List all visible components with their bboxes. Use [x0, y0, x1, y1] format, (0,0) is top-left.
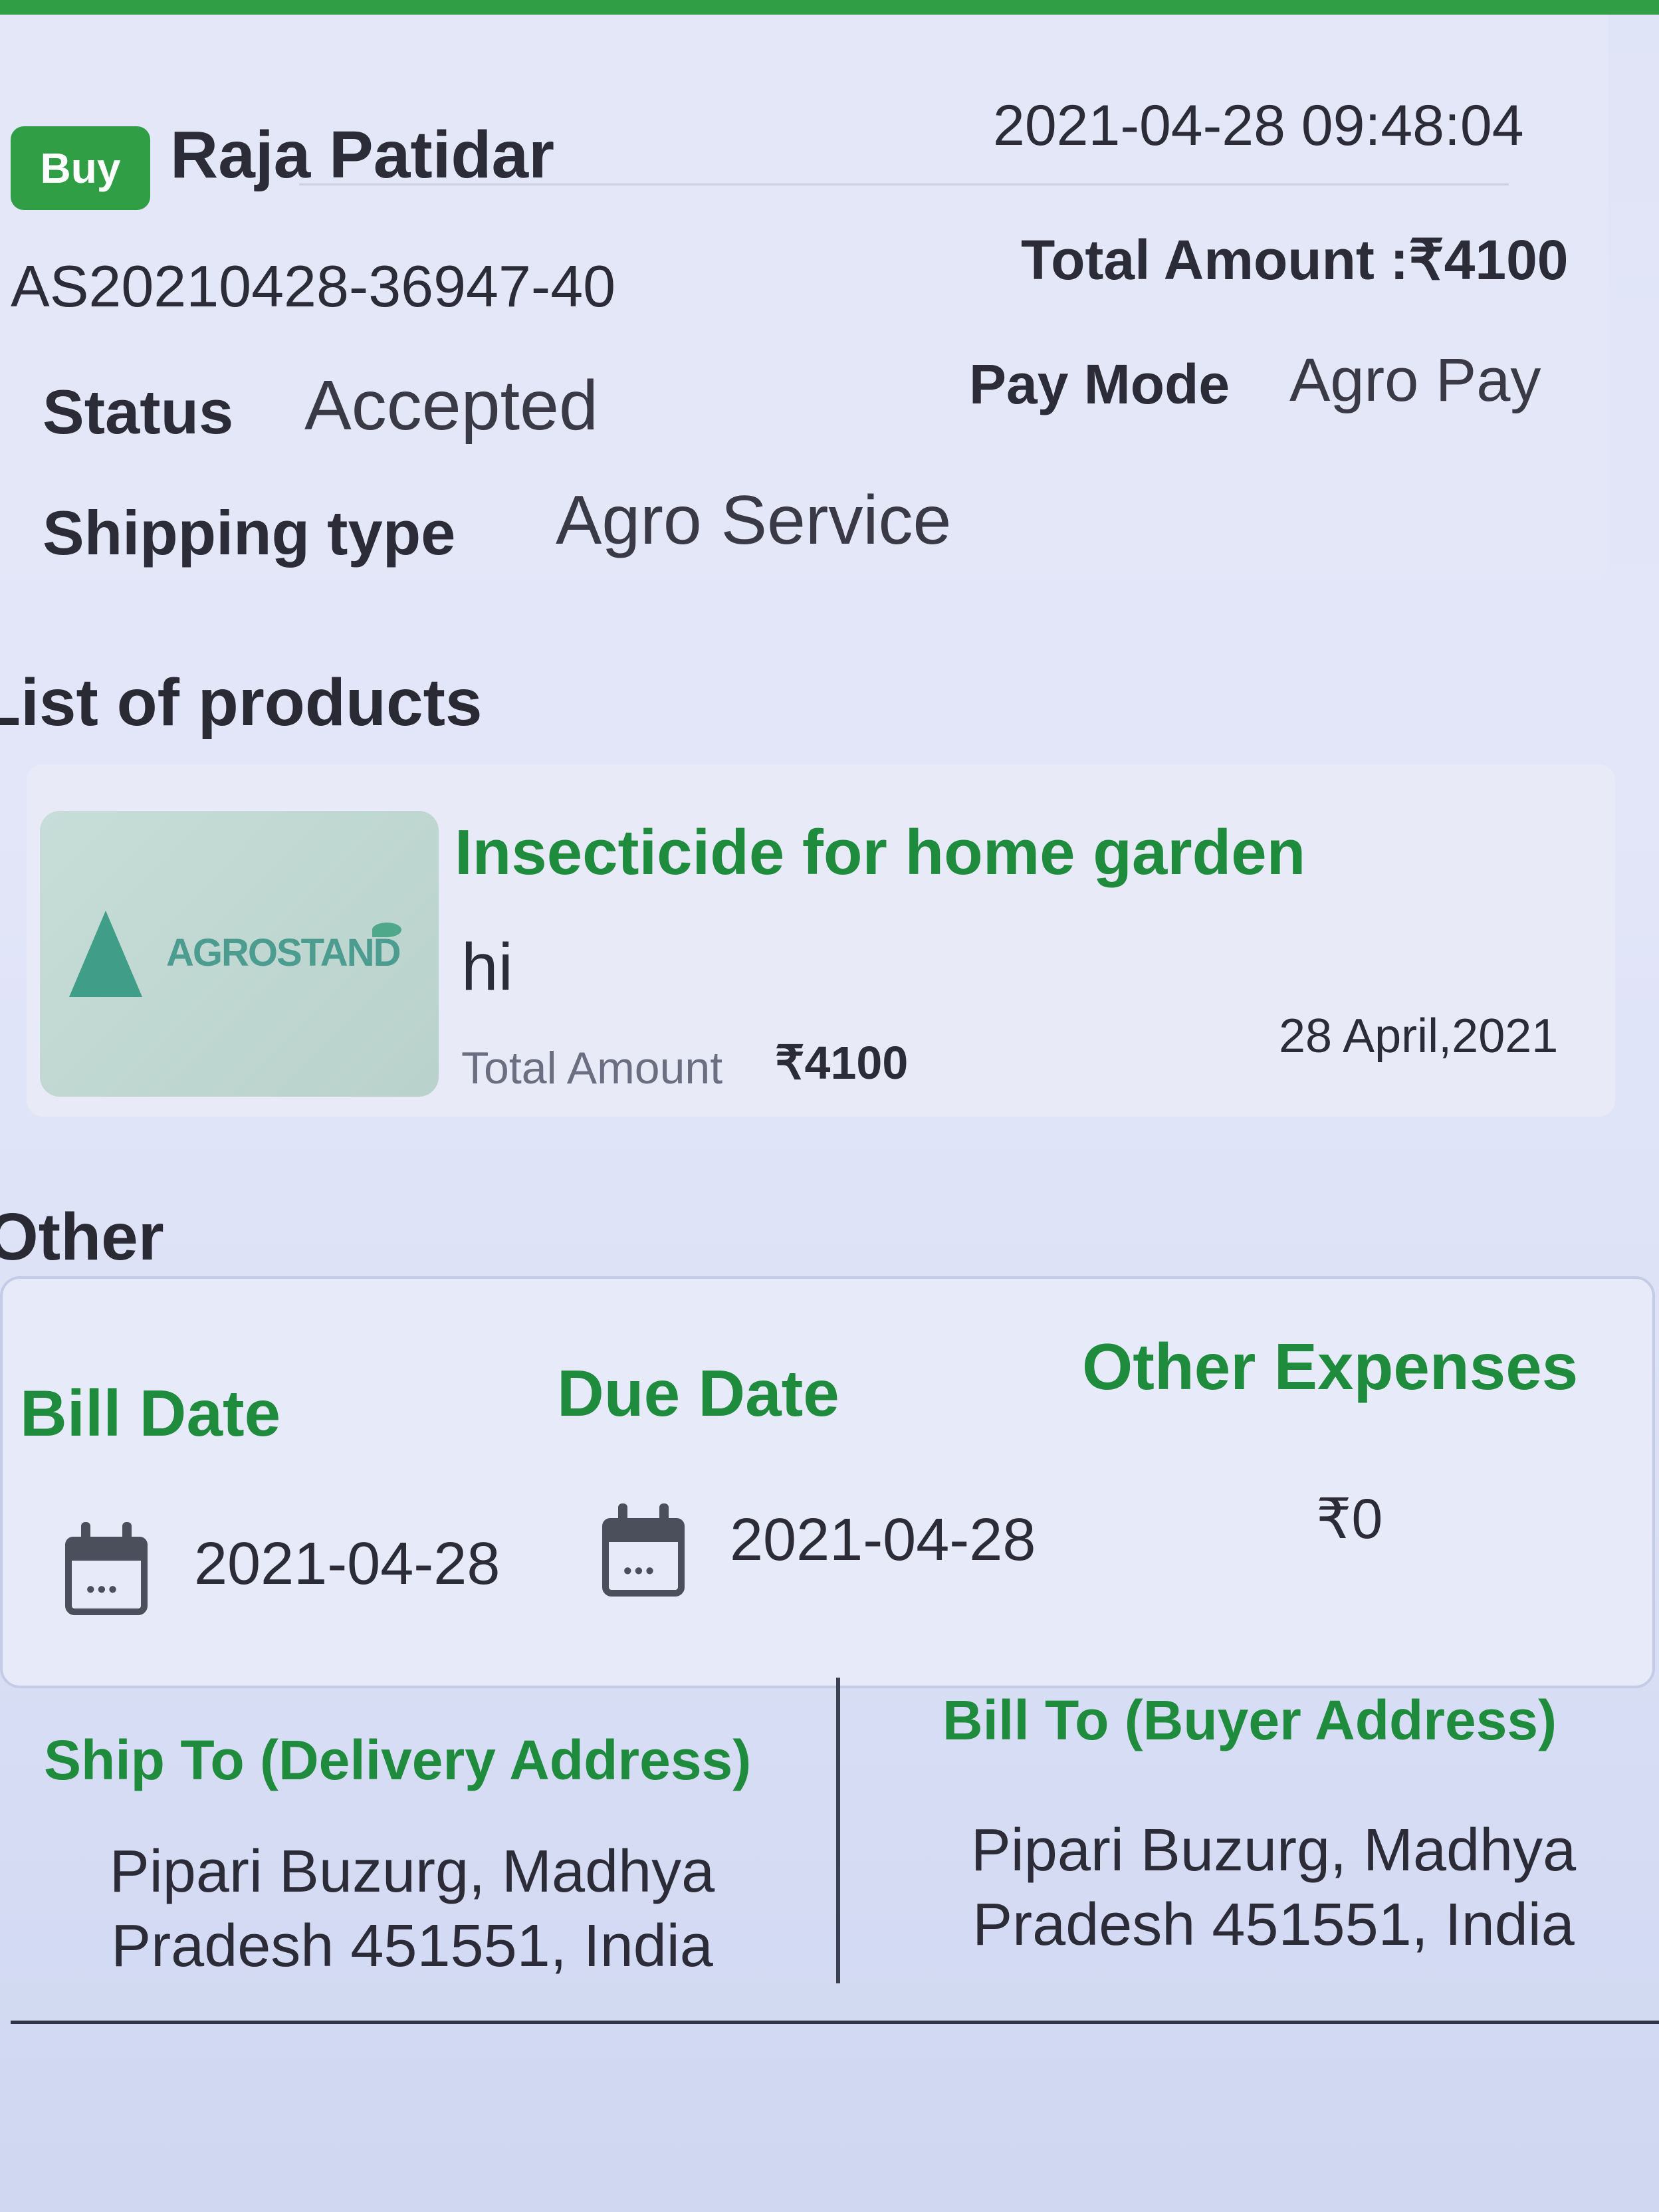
product-description: hi — [461, 930, 513, 1004]
order-type-badge: Buy — [11, 126, 150, 210]
pay-mode-label: Pay Mode — [969, 353, 1230, 415]
due-date-label: Due Date — [557, 1357, 839, 1430]
due-date-value[interactable]: 2021-04-28 — [730, 1506, 1036, 1575]
agrostand-logo-mark — [69, 911, 142, 997]
calendar-icon[interactable]: ••• — [602, 1503, 685, 1597]
bill-to-label: Bill To (Buyer Address) — [942, 1689, 1557, 1751]
agrostand-logo-text: AGROSTAND — [166, 931, 401, 974]
top-accent-bar — [0, 0, 1659, 15]
product-image: AGROSTAND — [40, 811, 439, 1097]
other-expenses-value: ₹0 — [1316, 1488, 1383, 1550]
order-total-amount: Total Amount :₹4100 — [1021, 229, 1569, 291]
header-divider — [299, 183, 1509, 185]
leaf-icon — [372, 923, 401, 937]
product-amount-label: Total Amount — [461, 1043, 723, 1093]
pay-mode-value: Agro Pay — [1289, 346, 1541, 414]
ship-to-address: Pipari Buzurg, Madhya Pradesh 451551, In… — [109, 1838, 715, 1979]
order-datetime: 2021-04-28 09:48:04 — [993, 94, 1524, 158]
status-label: Status — [43, 377, 234, 447]
shipping-type-label: Shipping type — [43, 498, 456, 568]
product-amount-value: ₹4100 — [775, 1037, 909, 1089]
status-value: Accepted — [304, 366, 598, 445]
bottom-divider — [11, 2021, 1659, 2024]
product-name[interactable]: Insecticide for home garden — [455, 816, 1305, 889]
calendar-icon[interactable]: ••• — [65, 1522, 148, 1615]
bill-to-address: Pipari Buzurg, Madhya Pradesh 451551, In… — [970, 1817, 1577, 1958]
order-id: AS20210428-36947-40 — [11, 253, 616, 319]
other-expenses-label: Other Expenses — [1082, 1330, 1579, 1403]
other-section-title: Other — [0, 1200, 164, 1274]
products-section-title: List of products — [0, 665, 483, 740]
product-date: 28 April,2021 — [1279, 1010, 1559, 1063]
shipping-type-value: Agro Service — [556, 482, 952, 559]
buyer-name: Raja Patidar — [170, 118, 555, 192]
bill-date-value[interactable]: 2021-04-28 — [194, 1530, 500, 1599]
address-divider — [836, 1678, 840, 1983]
bill-date-label: Bill Date — [20, 1377, 281, 1450]
ship-to-label: Ship To (Delivery Address) — [44, 1729, 752, 1791]
